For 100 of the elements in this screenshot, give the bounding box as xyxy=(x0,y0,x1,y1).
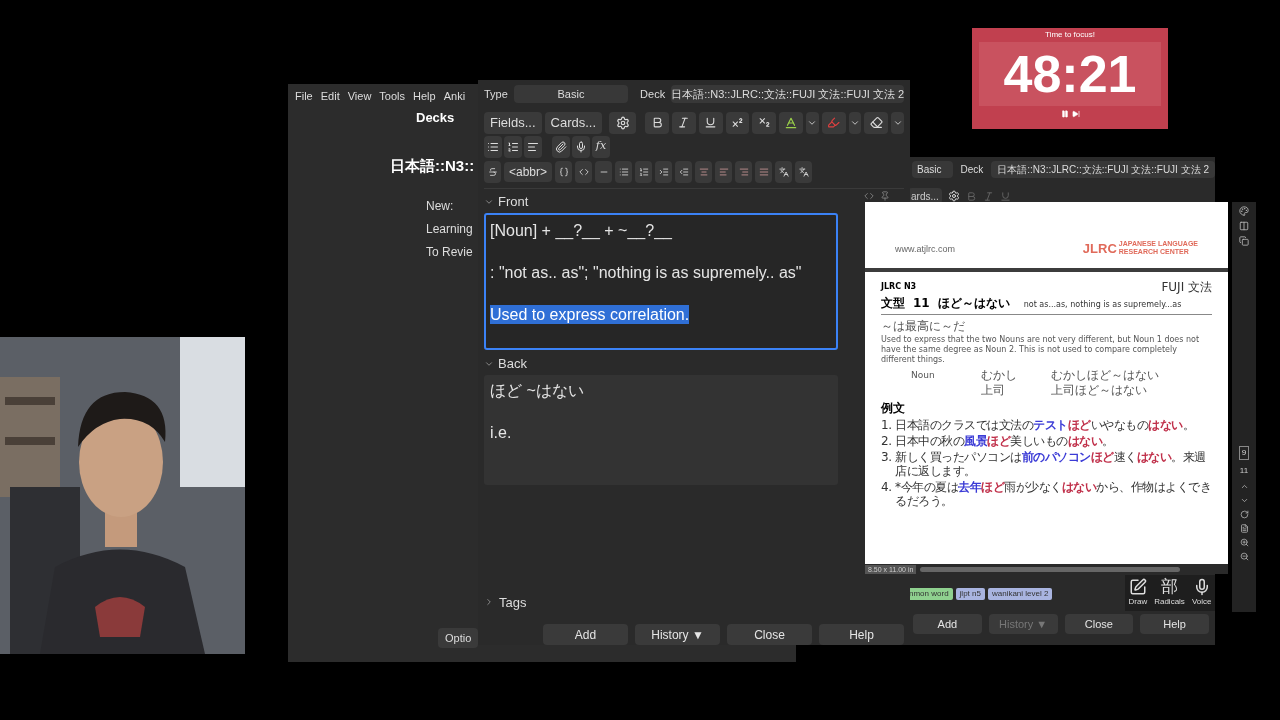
tool-button[interactable]: 部 Radicals xyxy=(1154,578,1185,608)
dialog-button[interactable]: History ▼ xyxy=(635,624,720,645)
page-number-field[interactable]: 9 xyxy=(1238,446,1250,460)
stat-label: New: xyxy=(426,198,455,214)
text-color-icon xyxy=(784,115,799,130)
attach-button[interactable] xyxy=(552,135,570,158)
tag-chip[interactable]: wanikani level 2 xyxy=(987,588,1053,600)
dialog-button[interactable]: Close xyxy=(1064,614,1134,634)
dialog-button[interactable]: Close xyxy=(727,624,812,645)
deck-button[interactable]: 日本語::N3::JLRC::文法::FUJI 文法::FUJI 文法 2 xyxy=(991,161,1215,178)
copy-icon[interactable] xyxy=(1239,236,1249,246)
alternative-expression: ～は最高に～だ xyxy=(881,319,966,333)
zoom-out-icon[interactable] xyxy=(1239,552,1249,561)
code-button[interactable] xyxy=(575,160,593,183)
record-button[interactable] xyxy=(572,135,590,158)
tool-button[interactable]: Voice xyxy=(1191,578,1212,608)
html-editor-icon[interactable] xyxy=(864,190,874,201)
pause-icon[interactable] xyxy=(1060,110,1069,118)
align-button[interactable] xyxy=(524,135,542,158)
strikethrough-button[interactable] xyxy=(484,160,501,183)
align-center-button[interactable] xyxy=(695,160,713,183)
underline-button[interactable] xyxy=(698,111,723,134)
braces-button[interactable] xyxy=(555,160,573,183)
page-header-series: FUJI 文法 xyxy=(1161,280,1212,294)
align-left-icon xyxy=(718,166,729,177)
website-text: www.atjlrc.com xyxy=(895,242,955,256)
page-header-level: JLRC N3 xyxy=(881,281,917,293)
next-page-icon[interactable] xyxy=(1239,496,1249,505)
stat-label: Learning xyxy=(426,221,473,237)
translate-icon xyxy=(778,166,789,177)
justify-icon xyxy=(758,166,769,177)
examples-heading: 例文 xyxy=(881,401,906,416)
note-type-button[interactable]: Basic xyxy=(912,161,953,178)
indent-button[interactable] xyxy=(655,160,673,183)
dialog-button[interactable]: Help xyxy=(1140,614,1209,634)
table-cell-text: Noun xyxy=(911,369,936,382)
outdent-button[interactable] xyxy=(675,160,693,183)
menu-item[interactable]: View xyxy=(347,88,372,105)
note-type-button[interactable]: Basic xyxy=(513,84,629,103)
settings-button[interactable] xyxy=(609,111,637,134)
pattern-title: ほど～はない xyxy=(937,295,1010,312)
rule-button[interactable] xyxy=(595,160,613,183)
bullet-list-icon xyxy=(487,140,499,153)
highlighter-icon xyxy=(827,116,841,129)
horizontal-scrollbar[interactable] xyxy=(920,566,1181,572)
pencil-icon xyxy=(1128,578,1147,596)
settings-icon[interactable] xyxy=(947,190,960,202)
field-editor[interactable]: [Noun] + __?__ + ~__?__ : "not as.. as"; "nothing is as supremely.. as" Used to express correlation. xyxy=(484,212,838,350)
example-sentence: 3. 新しく買ったパソコンは前のパソコンほど速く はない。来週店に返します。 xyxy=(881,450,1207,478)
previous-page-icon[interactable] xyxy=(1239,482,1249,491)
timer-caption: Time to focus! xyxy=(1045,30,1095,40)
tag-chip[interactable]: jlpt n5 xyxy=(955,588,985,600)
expand-icon[interactable] xyxy=(484,597,494,608)
rotate-icon[interactable] xyxy=(1239,510,1249,519)
bullet-list-button[interactable] xyxy=(484,135,502,158)
subscript-button[interactable] xyxy=(752,111,777,134)
cards-button[interactable]: Cards... xyxy=(544,111,603,134)
zoom-in-icon[interactable] xyxy=(1239,538,1249,547)
dialog-button[interactable]: Add xyxy=(913,614,982,634)
italic-button[interactable] xyxy=(672,111,696,134)
justify-button[interactable] xyxy=(755,160,773,183)
superscript-button[interactable] xyxy=(725,111,750,134)
deck-button[interactable]: 日本語::N3::JLRC::文法::FUJI 文法::FUJI 文法 2 xyxy=(671,84,904,103)
example-sentence: 2. 日本中の秋の風景ほど美しいものはない。 xyxy=(881,434,1115,448)
menu-item[interactable]: Edit xyxy=(320,88,340,105)
palette-icon[interactable] xyxy=(1239,206,1249,216)
field-editor[interactable]: ほど ~はない i.e. xyxy=(484,374,838,485)
menu-item[interactable]: Tools xyxy=(379,88,406,105)
table-cell-text: 上司 xyxy=(981,383,1006,398)
skip-icon[interactable] xyxy=(1071,110,1080,118)
align-icon xyxy=(527,140,539,153)
panel-icon[interactable] xyxy=(1239,221,1249,231)
tool-button[interactable]: Draw xyxy=(1128,578,1148,608)
stat-label: To Revie xyxy=(426,244,473,260)
ruby-remove-button[interactable] xyxy=(795,160,813,183)
align-left-button[interactable] xyxy=(715,160,733,183)
pattern-number: 11 xyxy=(913,295,930,312)
options-button[interactable]: Optio xyxy=(438,628,479,648)
dialog-button[interactable]: Help xyxy=(819,624,904,645)
eraser-button[interactable] xyxy=(864,111,889,134)
menu-item[interactable]: Help xyxy=(413,88,436,105)
numbered-list-icon xyxy=(638,166,649,177)
formula-button[interactable]: fx xyxy=(592,135,610,158)
text-color-button[interactable] xyxy=(779,111,803,134)
pin-icon[interactable] xyxy=(880,190,890,201)
bold-button[interactable] xyxy=(645,111,670,134)
code-icon xyxy=(578,166,589,177)
dialog-button[interactable]: Add xyxy=(543,624,628,645)
menu-item[interactable]: Anki xyxy=(443,88,466,105)
outdent-icon xyxy=(678,166,689,177)
field-text: ほど ~はない xyxy=(490,380,584,400)
abbr-button[interactable]: <abbr> xyxy=(504,161,553,182)
ruby-button[interactable] xyxy=(775,160,793,183)
menu-item[interactable]: File xyxy=(295,88,313,105)
deck-label: Deck xyxy=(960,163,984,177)
fields-button[interactable]: Fields... xyxy=(484,111,542,134)
highlight-button[interactable] xyxy=(821,111,846,134)
align-right-button[interactable] xyxy=(735,160,753,183)
document-icon[interactable] xyxy=(1239,524,1249,533)
numbered-list-button[interactable] xyxy=(504,135,522,158)
